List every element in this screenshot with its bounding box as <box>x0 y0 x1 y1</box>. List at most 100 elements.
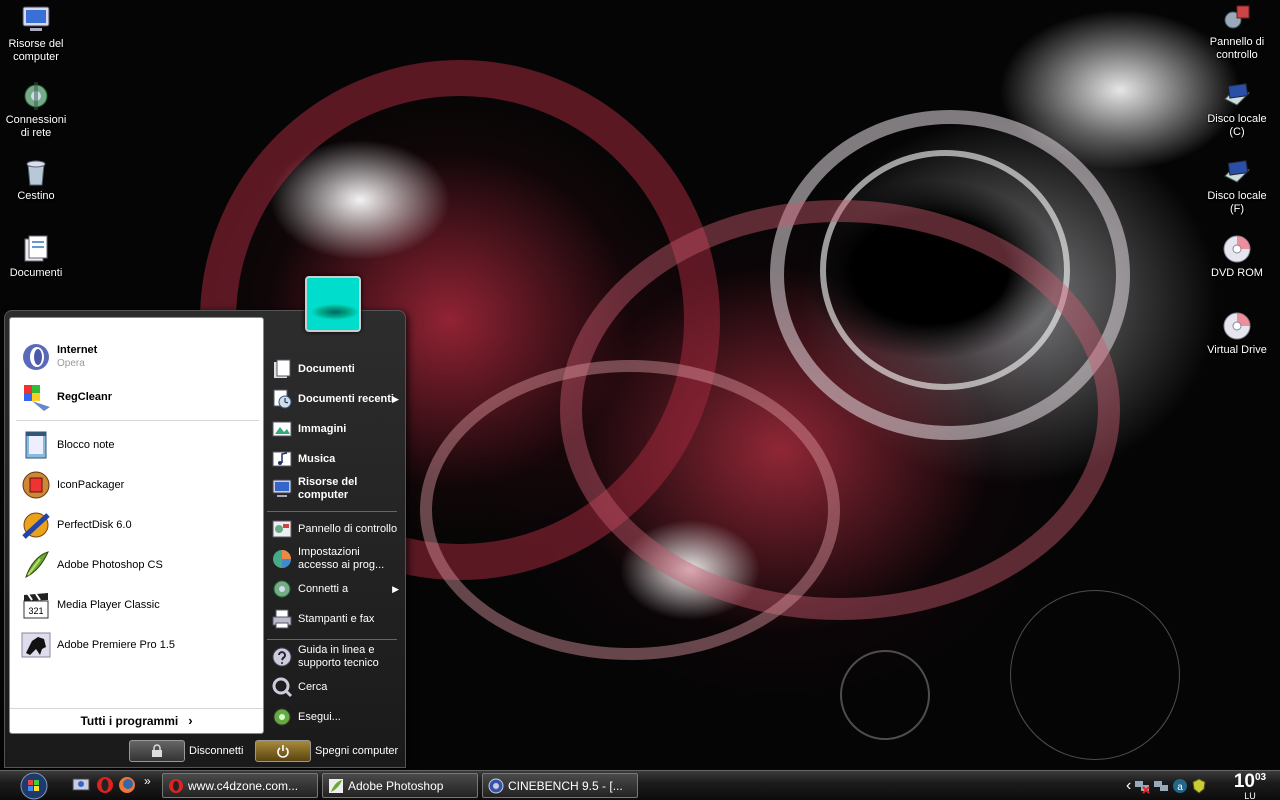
start-right-label: Cerca <box>298 680 328 693</box>
notepad-icon <box>25 431 47 459</box>
lock-icon <box>152 744 162 757</box>
shutdown-button[interactable]: Spegni computer <box>255 739 398 763</box>
desktop-icon-virtual-drive[interactable]: Virtual Drive <box>1201 310 1273 357</box>
start-right-search[interactable]: Cerca <box>271 673 401 701</box>
start-item-label: PerfectDisk 6.0 <box>57 518 132 531</box>
wallpaper-ring <box>1010 590 1180 760</box>
svg-text:321: 321 <box>28 606 43 616</box>
start-right-connect-to[interactable]: Connetti a ▶ <box>271 575 401 603</box>
cinebench-icon <box>488 778 504 793</box>
program-access-icon <box>273 550 291 568</box>
start-menu: Internet Opera RegCleanr Blocco note Icon… <box>4 310 406 768</box>
monitor-icon <box>22 6 50 31</box>
user-picture[interactable] <box>305 276 361 332</box>
taskbar-button-cinebench[interactable]: CINEBENCH 9.5 - [... <box>482 773 638 798</box>
network-icon[interactable] <box>1153 778 1169 794</box>
start-right-printers[interactable]: Stampanti e fax <box>271 605 401 633</box>
start-item-notepad[interactable]: Blocco note <box>20 428 255 462</box>
desktop-icon-documents[interactable]: Documenti <box>0 233 72 280</box>
start-item-label: IconPackager <box>57 478 125 491</box>
firefox-icon[interactable] <box>118 776 136 794</box>
search-icon <box>272 677 293 698</box>
start-item-internet[interactable]: Internet Opera <box>20 340 255 374</box>
start-right-label: Impostazioni accesso ai prog... <box>298 546 385 571</box>
desktop-icon-my-computer[interactable]: Risorse del computer <box>0 4 72 64</box>
separator <box>16 420 259 421</box>
photoshop-icon <box>329 778 343 793</box>
start-right-music[interactable]: Musica <box>271 445 401 473</box>
clock-minute: 03 <box>1255 772 1267 783</box>
desktop-icon-disk-f[interactable]: Disco locale (F) <box>1201 156 1273 216</box>
regcleanr-icon <box>24 385 50 411</box>
start-right-my-computer[interactable]: Risorse del computer <box>271 475 401 503</box>
taskbar-button-label: Adobe Photoshop <box>348 778 444 793</box>
recent-documents-icon <box>273 389 292 409</box>
logoff-label: Disconnetti <box>189 745 244 757</box>
media-player-icon: 321 <box>23 593 49 619</box>
start-right-help[interactable]: Guida in linea e supporto tecnico <box>271 643 401 671</box>
wallpaper-ring <box>840 650 930 740</box>
desktop-icon-dvd-rom[interactable]: DVD ROM <box>1201 233 1273 280</box>
start-right-label: Pannello di controllo <box>298 522 398 535</box>
start-item-premiere[interactable]: Adobe Premiere Pro 1.5 <box>20 628 255 662</box>
taskbar-button-label: www.c4dzone.com... <box>188 778 299 793</box>
shutdown-label: Spegni computer <box>315 745 399 757</box>
start-item-title: Internet <box>57 344 98 356</box>
start-item-media-player-classic[interactable]: 321 Media Player Classic <box>20 588 255 622</box>
disc-icon <box>1223 312 1251 340</box>
wallpaper-ring <box>560 200 1120 620</box>
taskbar-button-photoshop[interactable]: Adobe Photoshop <box>322 773 478 798</box>
computer-icon <box>272 479 292 497</box>
all-programs-button[interactable]: Tutti i programmi › <box>10 708 263 732</box>
start-right-label: Musica <box>298 452 336 465</box>
start-menu-footer: Disconnetti Spegni computer <box>5 736 405 768</box>
taskbar-button-opera[interactable]: www.c4dzone.com... <box>162 773 318 798</box>
opera-icon <box>169 778 183 793</box>
start-right-run[interactable]: Esegui... <box>271 703 401 731</box>
start-menu-programs-pane: Internet Opera RegCleanr Blocco note Icon… <box>9 317 264 734</box>
quick-launch-more[interactable]: » <box>144 774 162 792</box>
start-right-recent-documents[interactable]: Documenti recenti ▶ <box>271 385 401 413</box>
start-item-regcleanr[interactable]: RegCleanr <box>20 380 255 414</box>
start-right-control-panel[interactable]: Pannello di controllo <box>271 515 401 543</box>
show-desktop-icon[interactable] <box>72 776 90 794</box>
antivirus-icon[interactable]: a <box>1172 778 1188 794</box>
desktop-icon-control-panel[interactable]: Pannello di controllo <box>1201 2 1273 62</box>
start-item-perfectdisk[interactable]: PerfectDisk 6.0 <box>20 508 255 542</box>
start-button[interactable] <box>6 772 62 800</box>
taskbar-clock[interactable]: 1003 LU <box>1224 772 1276 800</box>
start-right-documents[interactable]: Documenti <box>271 355 401 383</box>
start-item-label: Blocco note <box>57 438 115 451</box>
opera-icon[interactable] <box>96 776 114 794</box>
start-right-label: Documenti recenti <box>298 392 394 405</box>
arrow-right-icon: › <box>188 713 193 728</box>
photoshop-icon <box>25 551 49 578</box>
clock-hour: 10 <box>1233 771 1255 792</box>
start-right-label: Esegui... <box>298 710 341 723</box>
opera-icon <box>23 344 49 370</box>
premiere-icon <box>21 632 51 658</box>
disc-icon <box>1223 235 1251 263</box>
tray-expand-button[interactable]: ‹ <box>1126 777 1131 795</box>
network-disconnected-icon[interactable] <box>1134 778 1151 794</box>
shield-icon[interactable] <box>1191 778 1207 794</box>
desktop-icon-disk-c[interactable]: Disco locale (C) <box>1201 79 1273 139</box>
wallpaper-ring <box>770 110 1130 440</box>
logoff-button[interactable]: Disconnetti <box>129 739 243 763</box>
run-icon <box>273 708 291 726</box>
power-icon <box>277 745 289 758</box>
desktop-icon-network[interactable]: Connessioni di rete <box>0 80 72 140</box>
windows-logo-icon <box>20 772 48 800</box>
start-item-iconpackager[interactable]: IconPackager <box>20 468 255 502</box>
start-item-photoshop[interactable]: Adobe Photoshop CS <box>20 548 255 582</box>
taskbar-button-label: CINEBENCH 9.5 - [... <box>508 778 623 793</box>
documents-folder-icon <box>24 235 48 262</box>
start-right-program-access[interactable]: Impostazioni accesso ai prog... <box>271 545 401 573</box>
control-panel-icon <box>272 520 292 538</box>
start-item-subtitle: Opera <box>57 358 85 369</box>
desktop-icon-recycle-bin[interactable]: Cestino <box>0 156 72 203</box>
taskbar: » www.c4dzone.com... Adobe Photoshop CIN… <box>0 770 1280 800</box>
start-item-label: Media Player Classic <box>57 598 160 611</box>
hard-drive-icon <box>1224 83 1250 106</box>
start-right-pictures[interactable]: Immagini <box>271 415 401 443</box>
